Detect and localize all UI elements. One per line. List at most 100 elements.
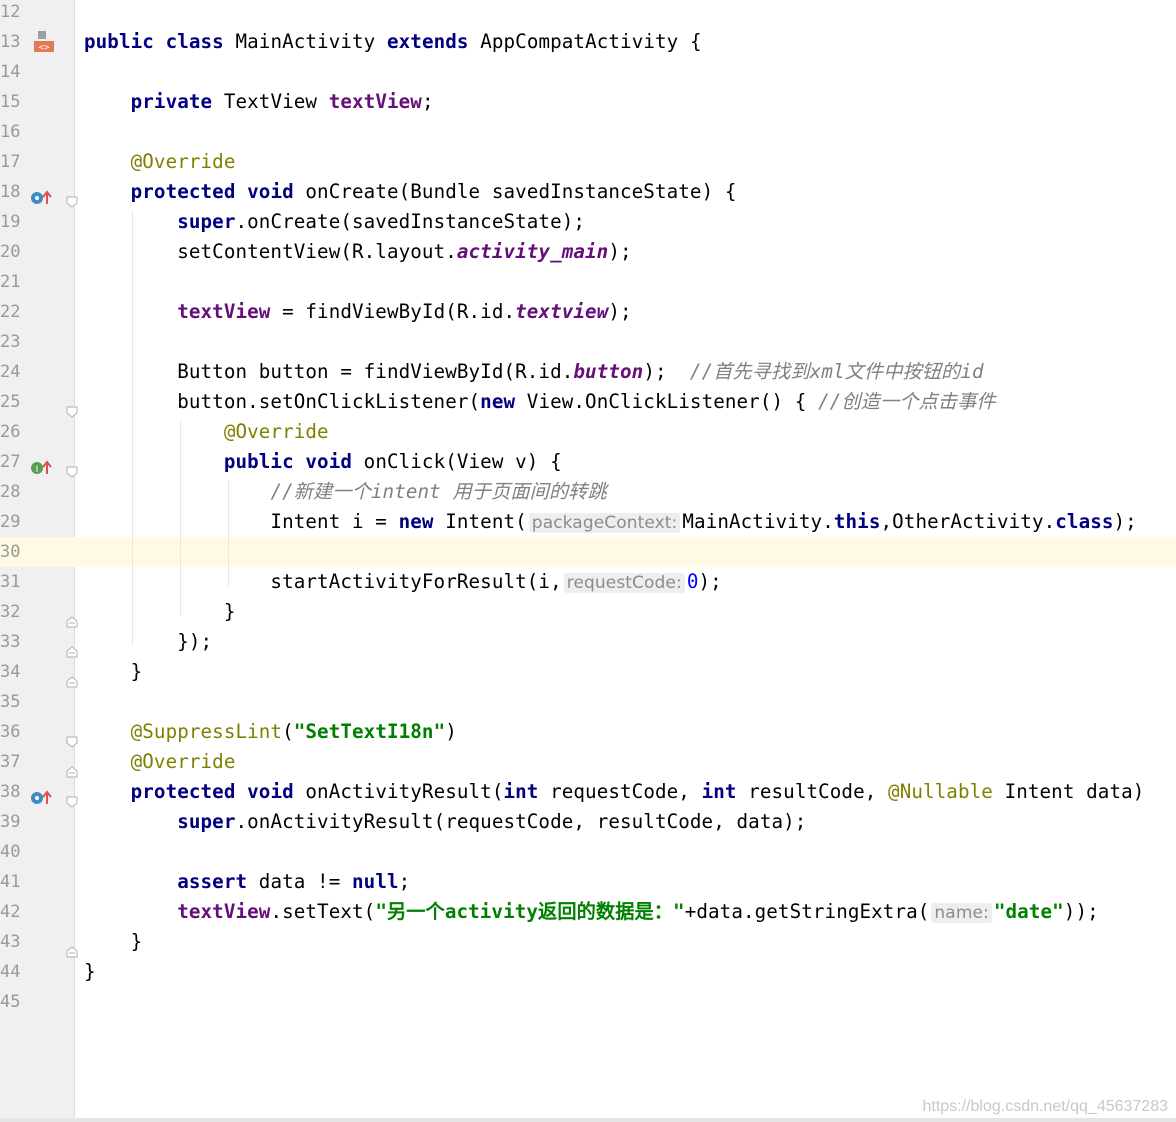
- code-line[interactable]: 22 textView = findViewById(R.id.textview…: [0, 297, 1176, 327]
- implement-icon[interactable]: I: [30, 454, 52, 475]
- line-number: 39: [0, 812, 21, 832]
- code-line[interactable]: 33 });: [0, 627, 1176, 658]
- code-token: });: [84, 630, 213, 653]
- line-number: 25: [0, 392, 21, 412]
- code-token: );: [698, 570, 722, 593]
- code-line[interactable]: 12: [0, 0, 1176, 27]
- code-token: "date": [993, 900, 1064, 923]
- code-line[interactable]: 41 assert data != null;: [0, 867, 1176, 897]
- code-line[interactable]: 19 super.onCreate(savedInstanceState);: [0, 207, 1176, 237]
- fold-open-icon[interactable]: [66, 456, 78, 478]
- code-token: onCreate(Bundle savedInstanceState) {: [293, 180, 737, 203]
- class-icon[interactable]: <>: [32, 29, 54, 53]
- code-token: @Nullable: [888, 780, 993, 803]
- line-number: 37: [0, 752, 21, 772]
- horizontal-scrollbar[interactable]: [0, 1118, 1176, 1122]
- code-text: }: [84, 927, 143, 957]
- fold-close-icon[interactable]: [66, 666, 78, 688]
- fold-open-icon[interactable]: [66, 726, 78, 748]
- code-line[interactable]: 32 }: [0, 597, 1176, 628]
- code-text: super.onActivityResult(requestCode, resu…: [84, 807, 806, 837]
- fold-close-icon[interactable]: [66, 756, 78, 778]
- code-token: }: [84, 600, 236, 623]
- code-line[interactable]: 25 button.setOnClickListener(new View.On…: [0, 387, 1176, 418]
- code-line[interactable]: 21: [0, 267, 1176, 297]
- code-line[interactable]: 39 super.onActivityResult(requestCode, r…: [0, 807, 1176, 837]
- code-line[interactable]: 43 }: [0, 927, 1176, 958]
- line-number: 43: [0, 932, 21, 952]
- code-token: Intent(: [433, 510, 527, 533]
- code-token: );: [608, 240, 632, 263]
- code-line[interactable]: 29 Intent i = new Intent(packageContext:…: [0, 507, 1176, 537]
- line-number: 13: [0, 32, 21, 52]
- code-line[interactable]: 18 protected void onCreate(Bundle savedI…: [0, 177, 1176, 208]
- code-text: setContentView(R.layout.activity_main);: [84, 237, 632, 267]
- code-line[interactable]: 42 textView.setText("另一个activity返回的数据是："…: [0, 897, 1176, 927]
- code-line[interactable]: 30: [0, 537, 1176, 567]
- code-line[interactable]: 15 private TextView textView;: [0, 87, 1176, 117]
- code-token: }: [84, 930, 143, 953]
- code-token: );: [643, 360, 690, 383]
- code-token: int: [503, 780, 539, 803]
- code-token: +data.getStringExtra(: [684, 900, 930, 923]
- line-number: 32: [0, 602, 21, 622]
- fold-open-icon[interactable]: [66, 396, 78, 418]
- code-line[interactable]: 20 setContentView(R.layout.activity_main…: [0, 237, 1176, 267]
- code-token: //首先寻找到xml文件中按钮的id: [689, 360, 984, 383]
- code-line[interactable]: 17 @Override: [0, 147, 1176, 177]
- code-token: class: [165, 30, 224, 53]
- code-line[interactable]: 24 Button button = findViewById(R.id.but…: [0, 357, 1176, 387]
- code-token: void: [247, 180, 294, 203]
- code-text: Button button = findViewById(R.id.button…: [84, 357, 984, 387]
- code-line[interactable]: 40: [0, 837, 1176, 867]
- code-line[interactable]: 44}: [0, 957, 1176, 987]
- code-token: AppCompatActivity {: [468, 30, 702, 53]
- code-line[interactable]: 23: [0, 327, 1176, 357]
- code-token: assert: [177, 870, 248, 893]
- code-line[interactable]: 45: [0, 987, 1176, 1017]
- code-line[interactable]: 37 @Override: [0, 747, 1176, 778]
- fold-close-icon[interactable]: [66, 636, 78, 658]
- code-line[interactable]: 36 @SuppressLint("SetTextI18n"): [0, 717, 1176, 748]
- code-text: Intent i = new Intent(packageContext: Mai…: [84, 507, 1137, 538]
- code-line[interactable]: 14: [0, 57, 1176, 87]
- svg-text:I: I: [36, 465, 39, 475]
- code-line[interactable]: 13 <> public class MainActivity extends Ap…: [0, 27, 1176, 57]
- line-number: 42: [0, 902, 21, 922]
- fold-open-icon[interactable]: [66, 786, 78, 808]
- fold-close-icon[interactable]: [66, 606, 78, 628]
- code-line[interactable]: 26 @Override: [0, 417, 1176, 447]
- code-token: new: [398, 510, 434, 533]
- code-text: @Override: [84, 747, 236, 777]
- code-line[interactable]: 27 I public void onClick(View v) {: [0, 447, 1176, 478]
- code-token: TextView: [212, 90, 329, 113]
- code-line[interactable]: 34 }: [0, 657, 1176, 688]
- override-icon[interactable]: [30, 184, 52, 204]
- code-line[interactable]: 31 startActivityForResult(i, requestCode:…: [0, 567, 1176, 597]
- line-number: 34: [0, 662, 21, 682]
- code-token: = findViewById(R.id.: [270, 300, 516, 323]
- code-token: button.setOnClickListener(: [84, 390, 481, 413]
- fold-open-icon[interactable]: [66, 186, 78, 208]
- code-line[interactable]: 38 protected void onActivityResult(int r…: [0, 777, 1176, 808]
- code-line[interactable]: 35: [0, 687, 1176, 717]
- code-text: protected void onActivityResult(int requ…: [84, 777, 1145, 807]
- code-line[interactable]: 28 //新建一个intent 用于页面间的转跳: [0, 477, 1176, 507]
- code-line[interactable]: 16: [0, 117, 1176, 147]
- override-icon[interactable]: [30, 784, 52, 804]
- code-token: button: [573, 360, 644, 383]
- code-token: ,OtherActivity.: [880, 510, 1056, 533]
- line-number: 38: [0, 782, 21, 802]
- line-number: 19: [0, 212, 21, 232]
- line-number: 30: [0, 542, 21, 562]
- code-token: public: [223, 450, 294, 473]
- svg-text:<>: <>: [39, 43, 50, 53]
- fold-close-icon[interactable]: [66, 936, 78, 958]
